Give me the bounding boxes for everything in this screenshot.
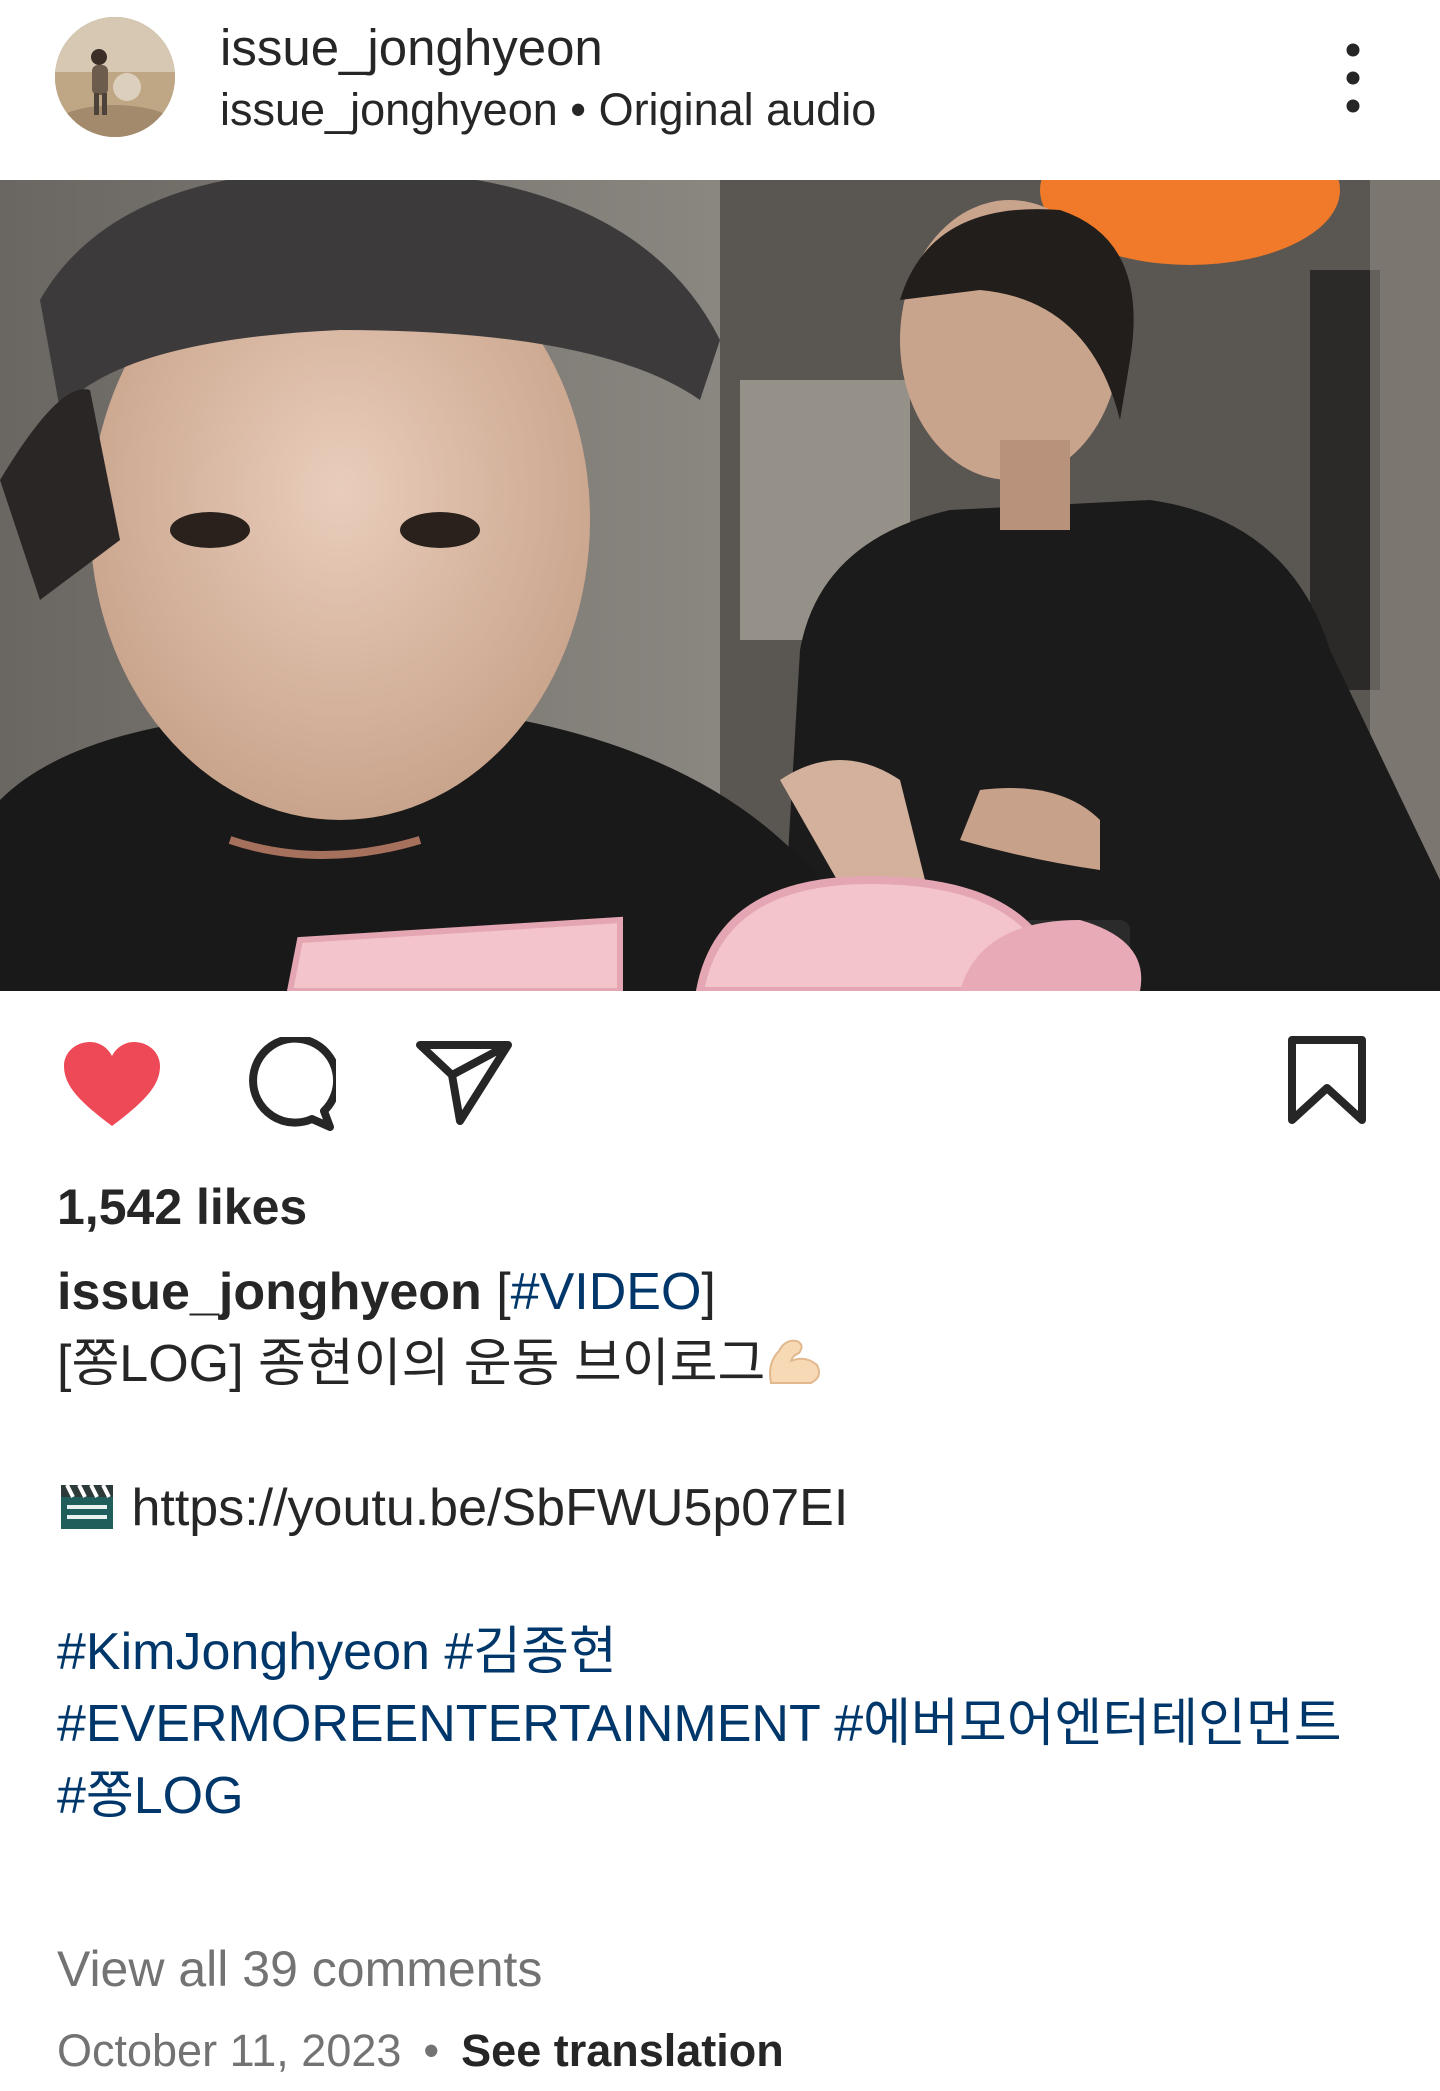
post-footer: October 11, 2023 • See translation — [57, 2025, 784, 2077]
youtube-link[interactable]: https://youtu.be/SbFWU5p07EI — [131, 1479, 848, 1537]
caption-line-1: issue_jonghyeon [#VIDEO] — [57, 1256, 1397, 1328]
more-options-button[interactable] — [1322, 38, 1384, 118]
hashtags-line-2: #EVERMOREENTERTAINMENT #에버모어엔터테인먼트 — [57, 1688, 1397, 1760]
hashtag-kimjonghyeon[interactable]: #KimJonghyeon — [57, 1623, 430, 1681]
post-date: October 11, 2023 — [57, 2025, 402, 2076]
audio-line: issue_jonghyeon • Original audio — [220, 84, 876, 136]
profile-avatar[interactable] — [55, 17, 175, 137]
audio-username[interactable]: issue_jonghyeon — [220, 84, 558, 135]
heart-filled-icon — [64, 1042, 160, 1126]
clapper-board-emoji — [57, 1477, 117, 1533]
flexed-biceps-emoji — [765, 1333, 825, 1389]
audio-separator: • — [570, 84, 587, 135]
share-button[interactable] — [414, 1037, 514, 1127]
hashtag-kimjonghyeon-korean[interactable]: #김종현 — [444, 1623, 616, 1681]
paper-plane-icon — [416, 1041, 512, 1125]
post-media[interactable] — [0, 180, 1440, 991]
caption-bracket-open: [ — [496, 1263, 511, 1321]
more-vertical-icon — [1346, 43, 1360, 113]
like-button[interactable] — [60, 1040, 164, 1130]
likes-count[interactable]: 1,542 likes — [57, 1178, 307, 1236]
comment-button[interactable] — [240, 1037, 336, 1133]
caption-title: [쫑LOG] 종현이의 운동 브이로그 — [57, 1335, 766, 1393]
hashtag-evermore-entertainment[interactable]: #EVERMOREENTERTAINMENT — [57, 1695, 820, 1753]
post-caption: issue_jonghyeon [#VIDEO] [쫑LOG] 종현이의 운동 … — [57, 1256, 1397, 1832]
post-header: issue_jonghyeon issue_jonghyeon • Origin… — [0, 0, 1440, 180]
footer-separator: • — [423, 2025, 440, 2076]
caption-username[interactable]: issue_jonghyeon — [57, 1263, 482, 1321]
audio-label[interactable]: Original audio — [599, 84, 877, 135]
save-button[interactable] — [1286, 1034, 1368, 1126]
caption-line-link: https://youtu.be/SbFWU5p07EI — [57, 1472, 1397, 1544]
hashtags-line-1: #KimJonghyeon #김종현 — [57, 1616, 1397, 1688]
hashtags-line-3: #쫑LOG — [57, 1760, 1397, 1832]
hashtag-jjonglog[interactable]: #쫑LOG — [57, 1767, 244, 1825]
caption-bracket-close: ] — [701, 1263, 716, 1321]
header-username[interactable]: issue_jonghyeon — [220, 18, 603, 77]
comment-icon — [249, 1037, 336, 1131]
avatar-photo — [55, 17, 175, 137]
bookmark-icon — [1288, 1036, 1366, 1124]
caption-line-2: [쫑LOG] 종현이의 운동 브이로그 — [57, 1328, 1397, 1400]
view-all-comments-link[interactable]: View all 39 comments — [57, 1940, 542, 1998]
hashtag-video[interactable]: #VIDEO — [511, 1263, 702, 1321]
see-translation-button[interactable]: See translation — [461, 2025, 784, 2076]
hashtag-evermore-entertainment-korean[interactable]: #에버모어엔터테인먼트 — [834, 1695, 1341, 1753]
action-bar — [0, 1000, 1440, 1160]
video-thumbnail — [0, 180, 1440, 991]
